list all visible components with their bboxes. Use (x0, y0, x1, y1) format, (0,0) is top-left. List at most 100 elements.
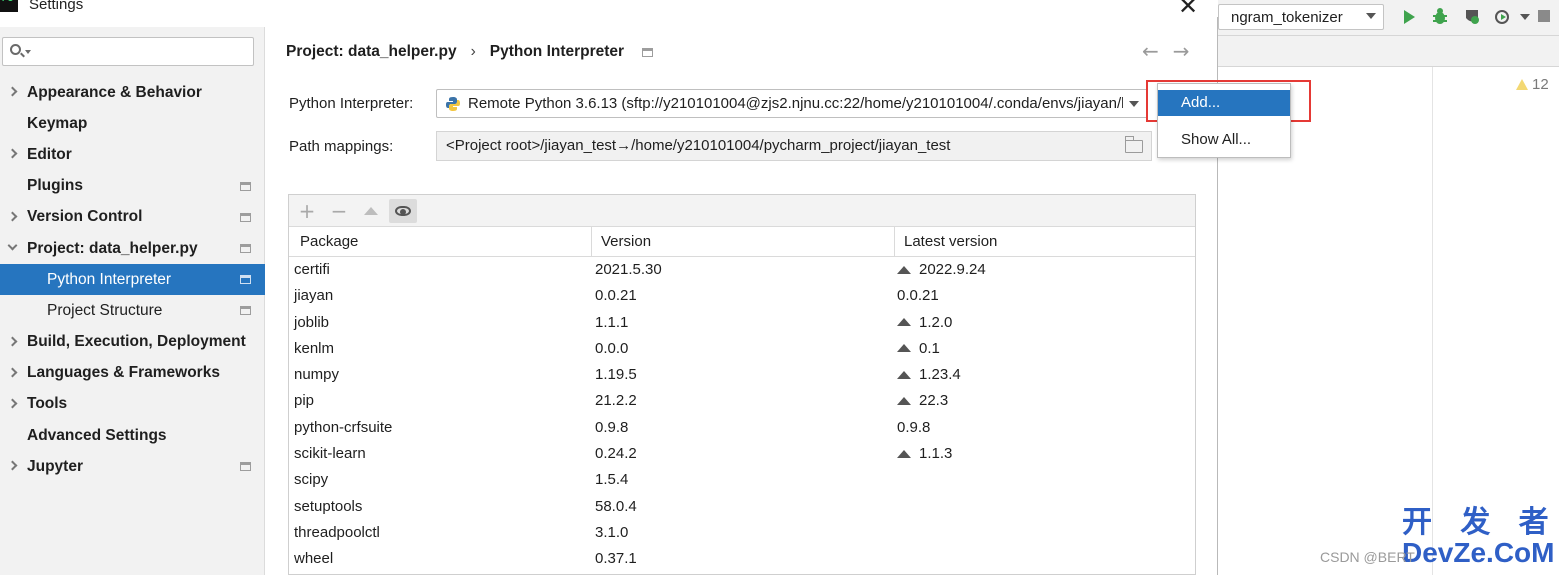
column-divider[interactable] (894, 227, 895, 257)
table-row[interactable]: certifi 2021.5.30 2022.9.24 (289, 258, 1195, 284)
sidebar-item-plugins[interactable]: Plugins (0, 171, 265, 202)
table-row[interactable]: python-crfsuite 0.9.8 0.9.8 (289, 416, 1195, 442)
sidebar-item-label: Appearance & Behavior (27, 83, 202, 101)
sidebar-item-label: Version Control (27, 208, 143, 226)
sidebar-item-version-control[interactable]: Version Control (0, 202, 265, 233)
run-config-select[interactable]: ngram_tokenizer (1218, 4, 1384, 30)
package-latest-value: 1.2.0 (919, 313, 953, 331)
coverage-icon[interactable] (1462, 7, 1482, 27)
package-name-cell: numpy (294, 366, 340, 384)
package-version-cell: 3.1.0 (595, 523, 629, 541)
sidebar-item-languages[interactable]: Languages & Frameworks (0, 358, 265, 389)
chevron-down-icon[interactable] (1123, 90, 1147, 117)
sidebar-item-appearance[interactable]: Appearance & Behavior (0, 77, 265, 108)
table-row[interactable]: scipy 1.5.4 (289, 468, 1195, 494)
table-row[interactable]: scikit-learn 0.24.2 1.1.3 (289, 442, 1195, 468)
search-input[interactable] (2, 37, 254, 66)
debug-icon[interactable] (1430, 7, 1450, 27)
sidebar-item-editor[interactable]: Editor (0, 139, 265, 170)
package-version-cell: 58.0.4 (595, 497, 637, 515)
sidebar-item-jupyter[interactable]: Jupyter (0, 451, 265, 482)
settings-content: Project: data_helper.py › Python Interpr… (266, 27, 1218, 575)
table-row[interactable]: numpy 1.19.5 1.23.4 (289, 363, 1195, 389)
remove-package-button[interactable]: − (325, 199, 353, 223)
column-header-package[interactable]: Package (300, 233, 358, 250)
package-name-cell: scipy (294, 471, 329, 489)
menu-item-show-all[interactable]: Show All... (1158, 127, 1290, 153)
table-row[interactable]: joblib 1.1.1 1.2.0 (289, 311, 1195, 337)
sidebar-item-label: Plugins (27, 177, 83, 195)
sidebar-item-build[interactable]: Build, Execution, Deployment (0, 327, 265, 358)
table-row[interactable]: pip 21.2.2 22.3 (289, 389, 1195, 415)
chevron-right-icon[interactable] (7, 367, 18, 378)
column-header-latest[interactable]: Latest version (904, 233, 997, 250)
package-name-cell: setuptools (294, 497, 363, 515)
settings-dialog: PC Settings ✕ Appearance & Behavior Keym… (0, 0, 1218, 575)
chevron-down-icon[interactable] (1520, 14, 1530, 20)
sidebar-item-project[interactable]: Project: data_helper.py (0, 233, 265, 264)
sidebar-item-project-structure[interactable]: Project Structure (0, 295, 265, 326)
run-config-label: ngram_tokenizer (1231, 8, 1343, 26)
package-table: + − Package Version Latest version certi… (288, 194, 1196, 575)
breadcrumb: Project: data_helper.py › Python Interpr… (286, 43, 654, 61)
package-name-cell: pip (294, 392, 315, 410)
menu-item-add[interactable]: Add... (1158, 90, 1290, 116)
search-options-caret-icon[interactable] (25, 50, 31, 54)
sidebar-item-tools[interactable]: Tools (0, 389, 265, 420)
forward-arrow-icon[interactable]: → (1173, 39, 1190, 63)
profile-icon[interactable] (1493, 7, 1513, 27)
watermark-logo-line1: 开 发 者 (1402, 506, 1559, 539)
table-row[interactable]: wheel 0.37.1 (289, 547, 1195, 573)
interpreter-popup-menu: Add... Show All... (1157, 83, 1291, 158)
chevron-right-icon[interactable] (7, 336, 18, 346)
run-icon[interactable] (1399, 7, 1419, 27)
breadcrumb-project: Project: data_helper.py (286, 43, 457, 60)
history-navigation: ← → (1142, 39, 1190, 63)
chevron-right-icon[interactable] (7, 211, 18, 222)
show-early-releases-toggle[interactable] (389, 199, 417, 223)
python-icon (446, 97, 460, 111)
breadcrumb-page: Python Interpreter (489, 43, 625, 60)
back-arrow-icon[interactable]: ← (1142, 39, 1159, 63)
ide-toolbar: ngram_tokenizer (1218, 0, 1559, 36)
close-icon[interactable]: ✕ (1178, 0, 1198, 20)
chevron-down-icon (1366, 13, 1376, 19)
table-row[interactable]: jiayan 0.0.21 0.0.21 (289, 284, 1195, 310)
column-header-version[interactable]: Version (601, 233, 651, 250)
folder-icon[interactable] (1125, 136, 1143, 153)
chevron-right-icon[interactable] (7, 148, 18, 159)
table-header: Package Version Latest version (289, 227, 1195, 257)
path-mappings-field[interactable]: <Project root>/jiayan_test→/home/y210101… (436, 131, 1152, 161)
package-name-cell: kenlm (294, 339, 335, 357)
problems-indicator[interactable]: 12 (1516, 76, 1549, 93)
sidebar-item-label: Project Structure (47, 301, 163, 319)
table-row[interactable]: threadpoolctl 3.1.0 (289, 521, 1195, 547)
project-level-icon (240, 181, 251, 191)
sidebar-item-python-interpreter[interactable]: Python Interpreter (0, 264, 265, 296)
upgrade-icon (364, 207, 378, 215)
add-package-button[interactable]: + (293, 199, 321, 223)
table-row[interactable]: kenlm 0.0.0 0.1 (289, 337, 1195, 363)
package-latest-cell: 1.23.4 (897, 366, 961, 383)
sidebar-item-label: Advanced Settings (27, 426, 167, 444)
package-name-cell: wheel (294, 550, 334, 568)
chevron-right-icon[interactable] (7, 86, 18, 97)
project-level-icon (240, 243, 251, 253)
sidebar-item-label: Python Interpreter (47, 270, 172, 288)
sidebar-item-keymap[interactable]: Keymap (0, 108, 265, 139)
package-latest-cell: 1.1.3 (897, 445, 952, 462)
sidebar-item-label: Build, Execution, Deployment (27, 333, 246, 351)
stop-icon[interactable] (1538, 10, 1550, 22)
chevron-right-icon[interactable] (7, 460, 18, 471)
package-version-cell: 0.0.0 (595, 339, 629, 357)
sidebar-item-label: Jupyter (27, 457, 83, 475)
table-row[interactable]: setuptools 58.0.4 (289, 495, 1195, 521)
upgrade-package-button[interactable] (357, 199, 385, 223)
package-latest-value: 1.23.4 (919, 366, 961, 384)
chevron-right-icon[interactable] (7, 398, 18, 409)
interpreter-select[interactable]: Remote Python 3.6.13 (sftp://y210101004@… (436, 89, 1148, 118)
sidebar-item-advanced[interactable]: Advanced Settings (0, 420, 265, 451)
chevron-down-icon[interactable] (7, 240, 18, 251)
package-version-cell: 2021.5.30 (595, 261, 662, 278)
column-divider[interactable] (591, 227, 592, 257)
